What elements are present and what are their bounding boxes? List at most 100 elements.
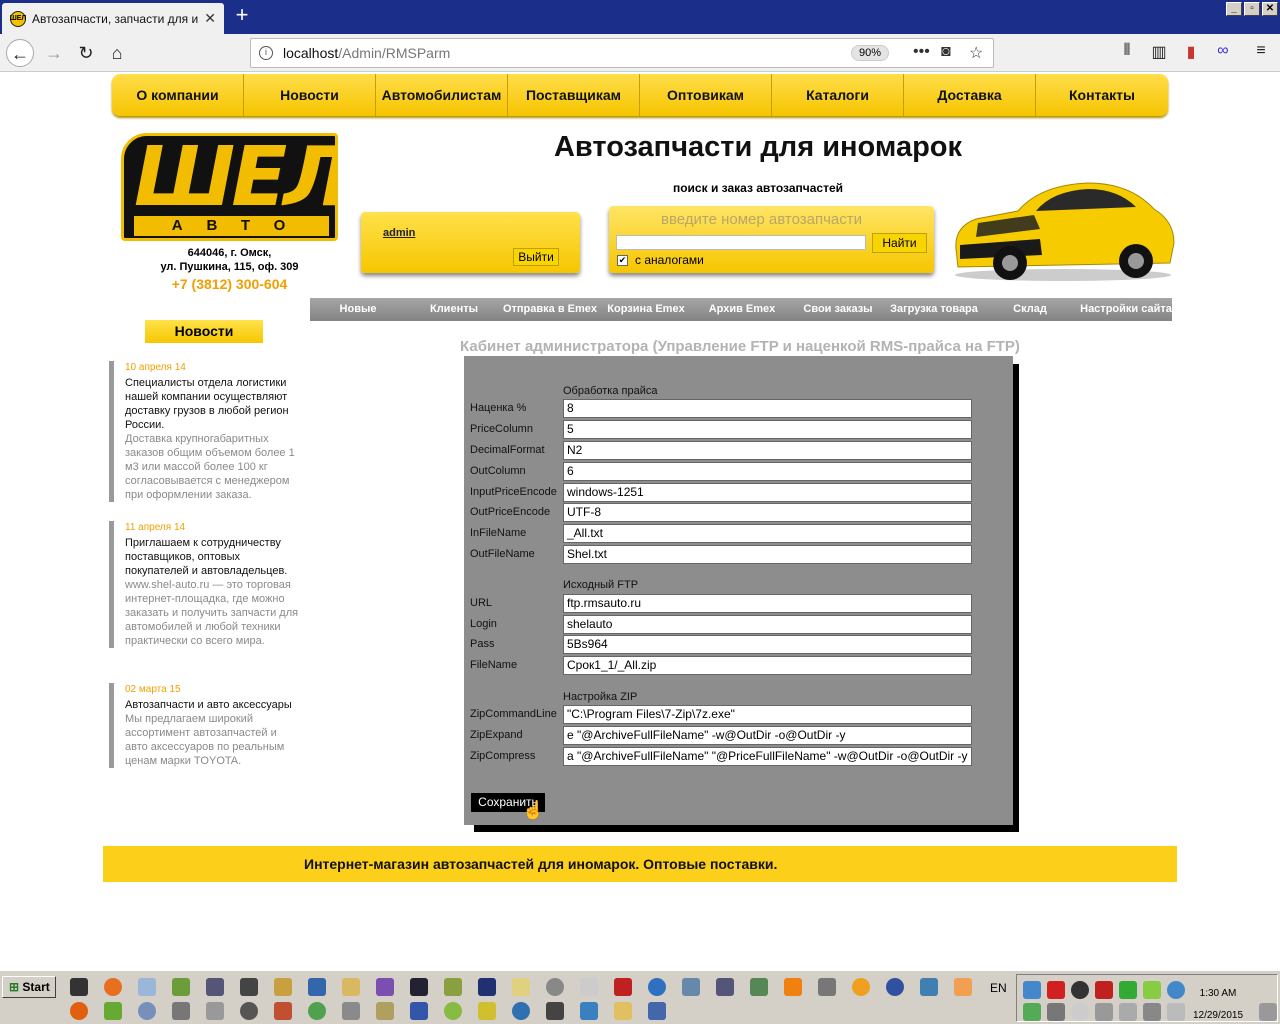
show-desktop-icon[interactable] — [1259, 1003, 1277, 1021]
pocket-icon[interactable]: ◙ — [941, 43, 951, 61]
tray-icon[interactable] — [1071, 981, 1089, 999]
out-file-name-input[interactable]: Shel.txt — [563, 545, 972, 564]
tray-icon[interactable] — [1023, 1003, 1041, 1021]
console-icon[interactable] — [70, 978, 88, 996]
app-icon[interactable] — [240, 978, 258, 996]
app-icon[interactable] — [648, 1002, 666, 1020]
admin-menu-own-orders[interactable]: Свои заказы — [790, 298, 886, 321]
app-icon[interactable] — [308, 978, 326, 996]
app-icon[interactable] — [920, 978, 938, 996]
ftp-file-name-input[interactable]: Срок1_1/_All.zip — [563, 656, 972, 675]
app-icon[interactable] — [546, 978, 564, 996]
close-tab-icon[interactable]: ✕ — [204, 10, 216, 27]
menu-motorists[interactable]: Автомобилистам — [376, 74, 508, 116]
markup-input[interactable]: 8 — [563, 399, 972, 418]
firefox-icon[interactable] — [104, 978, 122, 996]
price-column-input[interactable]: 5 — [563, 420, 972, 439]
app-icon[interactable] — [376, 1002, 394, 1020]
news-headline[interactable]: Приглашаем к сотрудничеству поставщиков,… — [125, 536, 299, 578]
out-column-input[interactable]: 6 — [563, 462, 972, 481]
app-icon[interactable] — [274, 978, 292, 996]
app-icon[interactable] — [308, 1002, 326, 1020]
app-icon[interactable] — [512, 1002, 530, 1020]
menu-catalogs[interactable]: Каталоги — [772, 74, 904, 116]
app-icon[interactable] — [886, 978, 904, 996]
admin-menu-site-settings[interactable]: Настройки сайта — [1078, 298, 1174, 321]
notepad-icon[interactable] — [138, 978, 156, 996]
browser-tab[interactable]: ШЕЛ Автозапчасти, запчасти для ино ✕ — [2, 3, 224, 34]
forward-arrow-icon[interactable]: → — [40, 39, 68, 67]
app-icon[interactable] — [682, 978, 700, 996]
search-button[interactable]: Найти — [872, 233, 927, 253]
app-icon[interactable] — [512, 978, 530, 996]
decimal-format-input[interactable]: N2 — [563, 441, 972, 460]
visual-studio-icon[interactable] — [376, 978, 394, 996]
part-number-input[interactable] — [616, 235, 866, 250]
zip-expand-input[interactable]: e "@ArchiveFullFileName" -w@OutDir -o@Ou… — [563, 726, 972, 745]
app-icon[interactable] — [240, 1002, 258, 1020]
menu-contacts[interactable]: Контакты — [1036, 74, 1168, 116]
news-button[interactable]: Новости — [145, 320, 263, 343]
app-icon[interactable] — [342, 978, 360, 996]
flag-icon[interactable] — [1143, 1003, 1161, 1021]
filezilla-icon[interactable] — [614, 978, 632, 996]
app-icon[interactable] — [444, 1002, 462, 1020]
bookmark-star-icon[interactable]: ☆ — [969, 43, 983, 63]
library-icon[interactable]: ⫴ — [1116, 42, 1138, 64]
app-icon[interactable] — [410, 1002, 428, 1020]
reload-icon[interactable]: ↻ — [72, 39, 100, 67]
app-icon[interactable] — [206, 1002, 224, 1020]
language-indicator[interactable]: EN — [990, 981, 1007, 995]
app-icon[interactable] — [750, 978, 768, 996]
tray-icon[interactable] — [1047, 1003, 1065, 1021]
user-link[interactable]: admin — [383, 227, 415, 239]
restore-icon[interactable]: ▫ — [1244, 2, 1260, 16]
admin-menu-upload-goods[interactable]: Загрузка товара — [886, 298, 982, 321]
app-icon[interactable] — [104, 1002, 122, 1020]
ftp-url-input[interactable]: ftp.rmsauto.ru — [563, 594, 972, 613]
save-icon[interactable] — [478, 978, 496, 996]
sidebar-icon[interactable]: ▥ — [1148, 42, 1170, 64]
close-window-icon[interactable]: ✕ — [1262, 2, 1278, 16]
taskbar-clock[interactable]: 1:30 AM 12/29/2015 — [1183, 983, 1253, 1024]
admin-menu-new[interactable]: Новые — [310, 298, 406, 321]
app-icon[interactable] — [138, 1002, 156, 1020]
input-price-encode-input[interactable]: windows-1251 — [563, 483, 972, 502]
ftp-login-input[interactable]: shelauto — [563, 615, 972, 634]
tray-icon[interactable] — [1119, 1003, 1137, 1021]
minimize-icon[interactable]: _ — [1226, 2, 1242, 16]
headphones-icon[interactable] — [852, 978, 870, 996]
logout-button[interactable]: Выйти — [513, 248, 559, 266]
menu-about[interactable]: О компании — [112, 74, 244, 116]
site-logo[interactable]: ШЕЛ АВТО — [121, 133, 338, 241]
news-headline[interactable]: Автозапчасти и авто аксессуары — [125, 698, 299, 712]
home-icon[interactable]: ⌂ — [103, 39, 131, 67]
folder-icon[interactable] — [614, 1002, 632, 1020]
admin-menu-cart-emex[interactable]: Корзина Emex — [598, 298, 694, 321]
zip-command-line-input[interactable]: "C:\Program Files\7-Zip\7z.exe" — [563, 705, 972, 724]
app-icon[interactable] — [580, 1002, 598, 1020]
info-icon[interactable]: i — [259, 46, 273, 60]
menu-suppliers[interactable]: Поставщикам — [508, 74, 640, 116]
page-actions-icon[interactable]: ••• — [913, 43, 930, 61]
menu-wholesalers[interactable]: Оптовикам — [640, 74, 772, 116]
url-bar[interactable]: i localhost/Admin/RMSParm 90% ••• ◙ ☆ — [250, 38, 994, 68]
app-icon[interactable] — [274, 1002, 292, 1020]
extension-icon[interactable]: ▮ — [1180, 42, 1202, 64]
tray-icon[interactable] — [1095, 981, 1113, 999]
menu-delivery[interactable]: Доставка — [904, 74, 1036, 116]
admin-menu-warehouse[interactable]: Склад — [982, 298, 1078, 321]
app-icon[interactable] — [954, 978, 972, 996]
app-icon[interactable] — [342, 1002, 360, 1020]
analogs-checkbox[interactable]: ✔ — [617, 255, 628, 266]
start-button[interactable]: ⊞ Start — [2, 976, 56, 998]
admin-menu-send-emex[interactable]: Отправка в Emex — [502, 298, 598, 321]
app-icon[interactable] — [648, 978, 666, 996]
network-icon[interactable] — [206, 978, 224, 996]
app-icon[interactable] — [818, 978, 836, 996]
tray-icon[interactable] — [1071, 1003, 1089, 1021]
zip-compress-input[interactable]: a "@ArchiveFullFileName" "@PriceFullFile… — [563, 747, 972, 766]
app-icon[interactable] — [444, 978, 462, 996]
menu-hamburger-icon[interactable]: ≡ — [1250, 42, 1272, 64]
tray-icon[interactable] — [1047, 981, 1065, 999]
